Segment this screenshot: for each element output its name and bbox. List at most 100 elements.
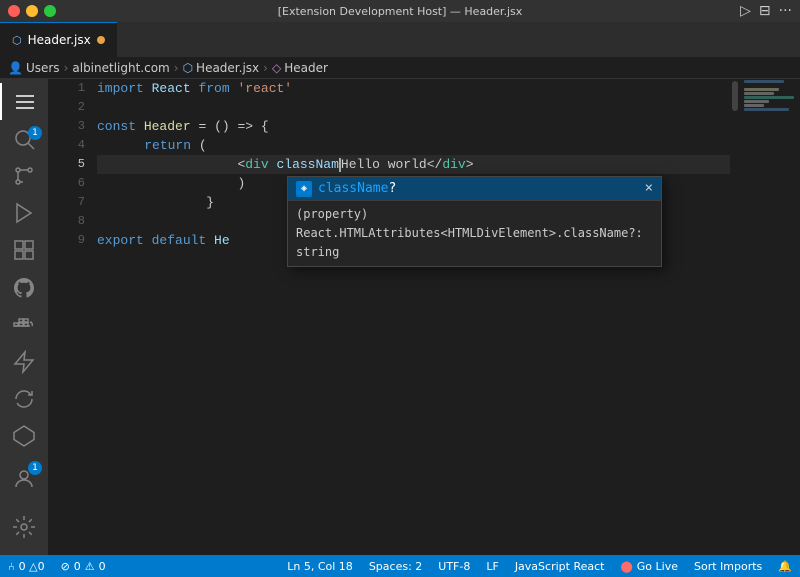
maximize-button[interactable]	[44, 5, 56, 17]
activity-bar: 1 1	[0, 79, 48, 555]
status-bar-left: ⑃ 0 △0 ⊘ 0 ⚠ 0	[0, 555, 114, 577]
sort-imports-text: Sort Imports	[694, 560, 762, 573]
status-notification[interactable]: 🔔	[770, 555, 800, 577]
run-icon[interactable]: ▷	[740, 3, 751, 19]
activity-extensions[interactable]	[0, 232, 48, 269]
code-line-1: import React from 'react'	[97, 79, 730, 98]
activity-debug[interactable]	[0, 195, 48, 232]
breadcrumb-domain[interactable]: albinetlight.com	[72, 61, 169, 75]
autocomplete-item-icon: ◈	[296, 181, 312, 197]
status-sort-imports[interactable]: Sort Imports	[686, 555, 770, 577]
traffic-lights	[8, 5, 56, 17]
status-branch[interactable]: ⑃ 0 △0	[0, 555, 53, 577]
line-num-3: 3	[56, 117, 85, 136]
line-num-8: 8	[56, 212, 85, 231]
close-button[interactable]	[8, 5, 20, 17]
golive-icon: ⬤	[620, 560, 632, 573]
code-area[interactable]: 1 2 3 4 5 6 7 8 9 import React from 'rea…	[48, 79, 800, 555]
breadcrumb-folder-icon: 👤	[8, 61, 23, 75]
status-bar: ⑃ 0 △0 ⊘ 0 ⚠ 0 Ln 5, Col 18 Spaces: 2 UT…	[0, 555, 800, 577]
title-right-controls: ▷ ⊟ ···	[740, 3, 792, 19]
activity-layers[interactable]	[0, 418, 48, 455]
tab-file-icon: ⬡	[12, 34, 22, 47]
breadcrumb-file[interactable]: Header.jsx	[196, 61, 259, 75]
minimize-button[interactable]	[26, 5, 38, 17]
status-spaces[interactable]: Spaces: 2	[361, 555, 430, 577]
breadcrumb-sym-icon: ◇	[272, 61, 281, 75]
minimap-line-9	[744, 108, 789, 111]
position-text: Ln 5, Col 18	[287, 560, 353, 573]
minimap-line-5	[744, 96, 794, 99]
main-area: 1 1	[0, 79, 800, 555]
line-num-2: 2	[56, 98, 85, 117]
more-icon[interactable]: ···	[779, 3, 792, 19]
status-language[interactable]: JavaScript React	[507, 555, 613, 577]
line-num-6: 6	[56, 174, 85, 193]
editor: 1 2 3 4 5 6 7 8 9 import React from 'rea…	[48, 79, 800, 555]
breadcrumb-symbol[interactable]: Header	[284, 61, 328, 75]
activity-settings[interactable]	[0, 503, 48, 551]
line-num-7: 7	[56, 193, 85, 212]
activity-docker[interactable]	[0, 306, 48, 343]
activity-account[interactable]: 1	[0, 455, 48, 503]
spaces-text: Spaces: 2	[369, 560, 422, 573]
status-position[interactable]: Ln 5, Col 18	[279, 555, 361, 577]
breadcrumb-file-icon: ⬡	[183, 61, 193, 75]
activity-search[interactable]: 1	[0, 120, 48, 157]
split-icon[interactable]: ⊟	[759, 3, 771, 19]
code-content[interactable]: import React from 'react' const Header =…	[93, 79, 730, 555]
line-num-4: 4	[56, 136, 85, 155]
language-text: JavaScript React	[515, 560, 605, 573]
autocomplete-detail: (property) React.HTMLAttributes<HTMLDivE…	[288, 200, 661, 266]
line-num-5: 5	[56, 155, 85, 174]
status-eol[interactable]: LF	[478, 555, 506, 577]
minimap-line-4	[744, 92, 774, 95]
autocomplete-detail-text: (property) React.HTMLAttributes<HTMLDivE…	[296, 207, 643, 259]
tab-bar: ⬡ Header.jsx	[0, 22, 800, 57]
autocomplete-popup[interactable]: ◈ className? × (property) React.HTMLAttr…	[287, 176, 662, 267]
branch-icon: ⑃	[8, 560, 15, 573]
encoding-text: UTF-8	[438, 560, 470, 573]
status-errors[interactable]: ⊘ 0 ⚠ 0	[53, 555, 114, 577]
activity-lightning[interactable]	[0, 343, 48, 380]
activity-explorer[interactable]	[0, 83, 48, 120]
title-bar: [Extension Development Host] — Header.js…	[0, 0, 800, 22]
activity-github[interactable]	[0, 269, 48, 306]
window-title: [Extension Development Host] — Header.js…	[278, 5, 523, 18]
activity-refresh[interactable]	[0, 381, 48, 418]
branch-text: 0 △0	[19, 560, 45, 573]
error-count: 0	[74, 560, 81, 573]
breadcrumb: 👤 Users › albinetlight.com › ⬡ Header.js…	[0, 57, 800, 79]
error-icon: ⊘	[61, 560, 70, 573]
vertical-scrollbar[interactable]	[730, 79, 740, 555]
autocomplete-close-button[interactable]: ×	[645, 179, 653, 198]
code-line-3: const Header = () => {	[97, 117, 730, 136]
scrollbar-thumb[interactable]	[732, 81, 738, 111]
line-num-9: 9	[56, 231, 85, 250]
autocomplete-item-classname[interactable]: ◈ className? ×	[288, 177, 661, 200]
account-badge: 1	[28, 461, 42, 475]
tab-label: Header.jsx	[28, 33, 91, 47]
line-numbers: 1 2 3 4 5 6 7 8 9	[48, 79, 93, 555]
status-bar-right: Ln 5, Col 18 Spaces: 2 UTF-8 LF JavaScri…	[279, 555, 800, 577]
autocomplete-item-label: className?	[318, 179, 396, 198]
tab-modified-dot	[97, 36, 105, 44]
breadcrumb-users[interactable]: Users	[26, 61, 60, 75]
breadcrumb-sep-2: ›	[174, 61, 179, 75]
activity-source-control[interactable]	[0, 157, 48, 194]
activity-bar-bottom: 1	[0, 455, 48, 551]
line-num-1: 1	[56, 79, 85, 98]
status-golive[interactable]: ⬤ Go Live	[612, 555, 686, 577]
code-line-2	[97, 98, 730, 117]
bell-icon: 🔔	[778, 560, 792, 573]
breadcrumb-sep-3: ›	[263, 61, 268, 75]
tab-header-jsx[interactable]: ⬡ Header.jsx	[0, 22, 117, 57]
warning-icon: ⚠	[85, 560, 95, 573]
minimap	[740, 79, 800, 555]
minimap-line-7	[744, 104, 764, 107]
notification-badge: 1	[28, 126, 42, 140]
minimap-line-3	[744, 88, 779, 91]
eol-text: LF	[486, 560, 498, 573]
status-encoding[interactable]: UTF-8	[430, 555, 478, 577]
minimap-line-1	[744, 80, 784, 83]
